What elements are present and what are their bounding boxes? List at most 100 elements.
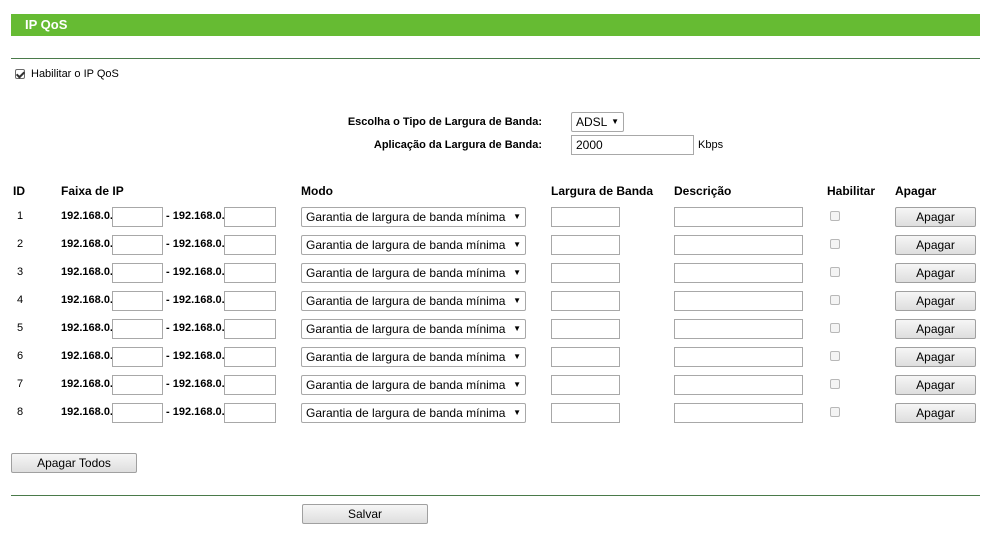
description-input[interactable] xyxy=(674,319,803,339)
row-id: 7 xyxy=(17,378,24,390)
description-input[interactable] xyxy=(674,235,803,255)
ip-start-input[interactable] xyxy=(112,235,163,255)
description-input[interactable] xyxy=(674,291,803,311)
table-row: 2 192.168.0. - 192.168.0. Garantia de largu… xyxy=(0,235,990,255)
mode-select[interactable]: Garantia de largura de banda mínima ▼ xyxy=(301,403,526,423)
enable-checkbox[interactable] xyxy=(830,379,840,389)
enable-checkbox[interactable] xyxy=(830,267,840,277)
ip-end-prefix: - 192.168.0. xyxy=(166,266,225,278)
header-ip-range: Faixa de IP xyxy=(61,184,124,198)
delete-button[interactable]: Apagar xyxy=(895,403,976,423)
table-row: 4 192.168.0. - 192.168.0. Garantia de largu… xyxy=(0,291,990,311)
divider-bottom xyxy=(11,495,980,496)
ip-start-prefix: 192.168.0. xyxy=(61,322,113,334)
row-id: 1 xyxy=(17,210,24,222)
mode-value: Garantia de largura de banda mínima xyxy=(306,210,506,224)
delete-button[interactable]: Apagar xyxy=(895,235,976,255)
mode-value: Garantia de largura de banda mínima xyxy=(306,266,506,280)
delete-button[interactable]: Apagar xyxy=(895,347,976,367)
bandwidth-input[interactable] xyxy=(551,291,620,311)
header-id: ID xyxy=(13,184,25,198)
description-input[interactable] xyxy=(674,207,803,227)
title-bar: IP QoS xyxy=(11,14,980,36)
ip-end-input[interactable] xyxy=(224,207,276,227)
enable-checkbox[interactable] xyxy=(830,239,840,249)
ip-start-input[interactable] xyxy=(112,319,163,339)
enable-checkbox[interactable] xyxy=(830,351,840,361)
bandwidth-input[interactable] xyxy=(551,263,620,283)
ip-start-input[interactable] xyxy=(112,263,163,283)
chevron-down-icon: ▼ xyxy=(513,380,521,389)
mode-value: Garantia de largura de banda mínima xyxy=(306,238,506,252)
ip-end-prefix: - 192.168.0. xyxy=(166,322,225,334)
table-row: 3 192.168.0. - 192.168.0. Garantia de largu… xyxy=(0,263,990,283)
table-row: 7 192.168.0. - 192.168.0. Garantia de largu… xyxy=(0,375,990,395)
delete-button[interactable]: Apagar xyxy=(895,319,976,339)
enable-qos-checkbox[interactable] xyxy=(15,69,25,79)
ip-start-prefix: 192.168.0. xyxy=(61,294,113,306)
mode-select[interactable]: Garantia de largura de banda mínima ▼ xyxy=(301,235,526,255)
delete-button[interactable]: Apagar xyxy=(895,291,976,311)
enable-checkbox[interactable] xyxy=(830,323,840,333)
bandwidth-input[interactable] xyxy=(551,375,620,395)
bandwidth-type-select[interactable]: ADSL ▼ xyxy=(571,112,624,132)
save-button[interactable]: Salvar xyxy=(302,504,428,524)
ip-end-input[interactable] xyxy=(224,403,276,423)
ip-end-prefix: - 192.168.0. xyxy=(166,294,225,306)
delete-button[interactable]: Apagar xyxy=(895,375,976,395)
delete-button[interactable]: Apagar xyxy=(895,263,976,283)
header-delete: Apagar xyxy=(895,184,937,198)
row-id: 6 xyxy=(17,350,24,362)
mode-select[interactable]: Garantia de largura de banda mínima ▼ xyxy=(301,319,526,339)
bandwidth-type-label: Escolha o Tipo de Largura de Banda: xyxy=(347,116,542,128)
table-row: 6 192.168.0. - 192.168.0. Garantia de largu… xyxy=(0,347,990,367)
ip-start-input[interactable] xyxy=(112,207,163,227)
bandwidth-input[interactable] xyxy=(551,347,620,367)
ip-end-input[interactable] xyxy=(224,347,276,367)
enable-checkbox[interactable] xyxy=(830,407,840,417)
divider-top xyxy=(11,58,980,59)
description-input[interactable] xyxy=(674,403,803,423)
bandwidth-input[interactable] xyxy=(551,207,620,227)
ip-end-input[interactable] xyxy=(224,375,276,395)
bandwidth-input[interactable] xyxy=(551,235,620,255)
enable-checkbox[interactable] xyxy=(830,211,840,221)
bandwidth-app-label: Aplicação da Largura de Banda: xyxy=(373,139,542,151)
mode-select[interactable]: Garantia de largura de banda mínima ▼ xyxy=(301,291,526,311)
enable-checkbox[interactable] xyxy=(830,295,840,305)
bandwidth-input[interactable] xyxy=(551,319,620,339)
row-id: 5 xyxy=(17,322,24,334)
delete-button[interactable]: Apagar xyxy=(895,207,976,227)
ip-start-input[interactable] xyxy=(112,347,163,367)
chevron-down-icon: ▼ xyxy=(513,408,521,417)
ip-start-input[interactable] xyxy=(112,291,163,311)
mode-select[interactable]: Garantia de largura de banda mínima ▼ xyxy=(301,347,526,367)
chevron-down-icon: ▼ xyxy=(513,324,521,333)
mode-value: Garantia de largura de banda mínima xyxy=(306,378,506,392)
table-row: 8 192.168.0. - 192.168.0. Garantia de largu… xyxy=(0,403,990,423)
row-id: 8 xyxy=(17,406,24,418)
enable-qos-label: Habilitar o IP QoS xyxy=(31,68,119,80)
delete-all-button[interactable]: Apagar Todos xyxy=(11,453,137,473)
mode-value: Garantia de largura de banda mínima xyxy=(306,322,506,336)
description-input[interactable] xyxy=(674,347,803,367)
ip-end-input[interactable] xyxy=(224,263,276,283)
row-id: 2 xyxy=(17,238,24,250)
mode-select[interactable]: Garantia de largura de banda mínima ▼ xyxy=(301,263,526,283)
ip-start-input[interactable] xyxy=(112,375,163,395)
bandwidth-type-value: ADSL xyxy=(576,115,608,129)
description-input[interactable] xyxy=(674,263,803,283)
ip-end-input[interactable] xyxy=(224,319,276,339)
description-input[interactable] xyxy=(674,375,803,395)
chevron-down-icon: ▼ xyxy=(611,117,619,126)
bandwidth-app-input[interactable] xyxy=(571,135,694,155)
ip-start-input[interactable] xyxy=(112,403,163,423)
header-bandwidth: Largura de Banda xyxy=(551,184,654,198)
ip-end-input[interactable] xyxy=(224,235,276,255)
header-enable: Habilitar xyxy=(827,184,876,198)
bandwidth-input[interactable] xyxy=(551,403,620,423)
mode-select[interactable]: Garantia de largura de banda mínima ▼ xyxy=(301,207,526,227)
ip-end-input[interactable] xyxy=(224,291,276,311)
chevron-down-icon: ▼ xyxy=(513,268,521,277)
mode-select[interactable]: Garantia de largura de banda mínima ▼ xyxy=(301,375,526,395)
